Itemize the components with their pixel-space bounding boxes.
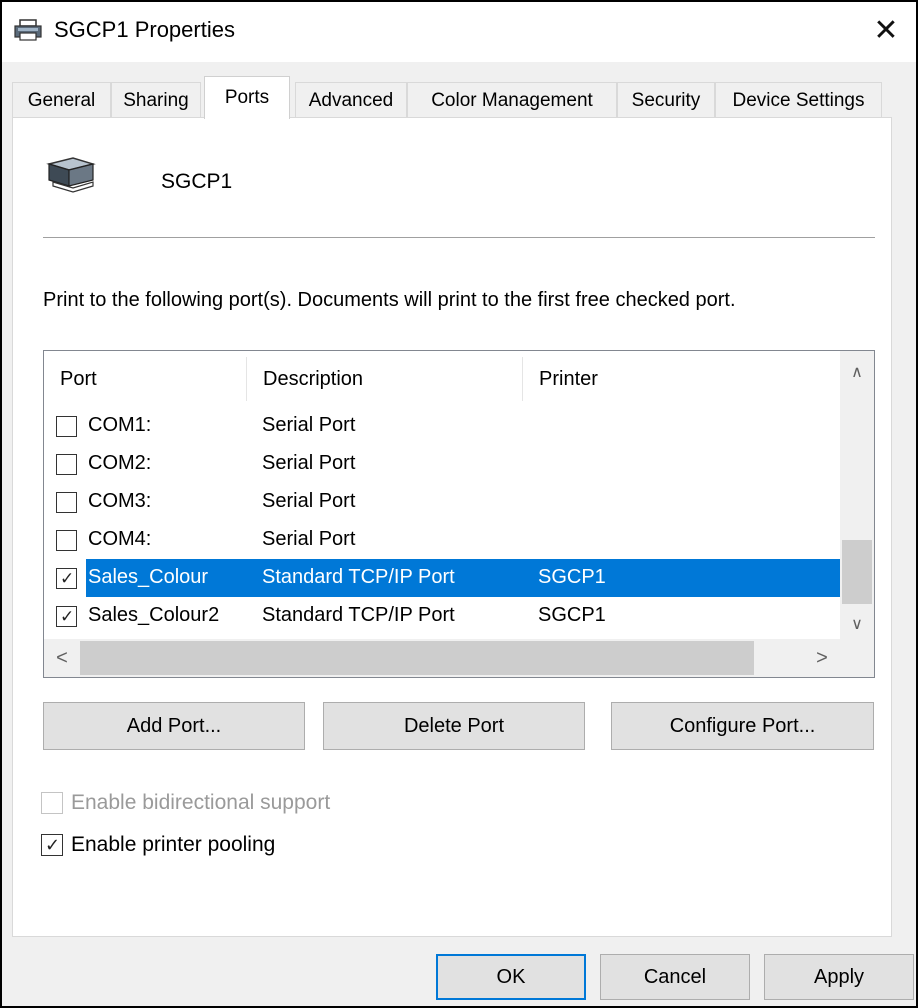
port-checkbox[interactable]: ✓: [56, 568, 77, 589]
ports-tab-panel: SGCP1 Print to the following port(s). Do…: [12, 117, 892, 937]
tab-sharing[interactable]: Sharing: [111, 82, 201, 118]
checkmark-icon: ✓: [45, 835, 61, 855]
port-name: COM2:: [88, 452, 152, 474]
port-list[interactable]: Port Description Printer COM1: Serial Po…: [43, 350, 875, 678]
bidirectional-support-option: Enable bidirectional support: [41, 789, 330, 817]
port-row[interactable]: COM2: Serial Port: [48, 445, 840, 483]
scroll-left-icon[interactable]: <: [44, 639, 80, 677]
printer-pooling-label: Enable printer pooling: [71, 833, 276, 856]
column-header-printer[interactable]: Printer: [523, 351, 840, 407]
tab-ports[interactable]: Ports: [204, 76, 290, 119]
cancel-button[interactable]: Cancel: [600, 954, 750, 1000]
port-row-selected[interactable]: ✓ Sales_Colour Standard TCP/IP Port SGCP…: [48, 559, 840, 597]
port-row[interactable]: COM4: Serial Port: [48, 521, 840, 559]
add-port-button[interactable]: Add Port...: [43, 702, 305, 750]
tab-strip: General Sharing Ports Advanced Color Man…: [12, 76, 892, 119]
port-name: Sales_Colour: [88, 566, 209, 588]
port-row[interactable]: ✓ Sales_Colour2 Standard TCP/IP Port SGC…: [48, 597, 840, 635]
port-checkbox[interactable]: [56, 530, 77, 551]
port-description: Serial Port: [262, 414, 356, 436]
horizontal-scroll-thumb[interactable]: [80, 641, 754, 675]
apply-button[interactable]: Apply: [764, 954, 914, 1000]
vertical-scrollbar[interactable]: ∧ ∨: [840, 351, 874, 641]
port-row[interactable]: COM3: Serial Port: [48, 483, 840, 521]
port-printer: SGCP1: [538, 566, 606, 588]
ok-button[interactable]: OK: [436, 954, 586, 1000]
tab-color-management[interactable]: Color Management: [407, 82, 617, 118]
properties-dialog: SGCP1 Properties ✕ General Sharing Ports…: [0, 0, 918, 1008]
title-bar: SGCP1 Properties ✕: [2, 2, 916, 62]
port-checkbox[interactable]: [56, 492, 77, 513]
printer-icon: [14, 19, 42, 41]
port-description: Standard TCP/IP Port: [262, 604, 455, 626]
port-name: COM4:: [88, 528, 152, 550]
printer-icon: [46, 157, 96, 193]
separator: [43, 237, 875, 238]
ports-description: Print to the following port(s). Document…: [43, 289, 736, 311]
vertical-scroll-thumb[interactable]: [842, 540, 872, 604]
horizontal-scrollbar[interactable]: < >: [44, 639, 840, 677]
printer-pooling-checkbox[interactable]: ✓: [41, 834, 63, 856]
port-name: COM1:: [88, 414, 152, 436]
port-description: Serial Port: [262, 452, 356, 474]
close-icon: ✕: [873, 13, 899, 47]
scroll-down-icon[interactable]: ∨: [840, 607, 874, 641]
configure-port-button[interactable]: Configure Port...: [611, 702, 874, 750]
tab-advanced[interactable]: Advanced: [295, 82, 407, 118]
column-header-port[interactable]: Port: [44, 351, 246, 407]
port-row[interactable]: COM1: Serial Port: [48, 407, 840, 445]
port-checkbox[interactable]: [56, 454, 77, 475]
tab-general[interactable]: General: [12, 82, 111, 118]
printer-pooling-option[interactable]: ✓ Enable printer pooling: [41, 831, 275, 859]
tab-security[interactable]: Security: [617, 82, 715, 118]
tab-device-settings[interactable]: Device Settings: [715, 82, 882, 118]
port-description: Serial Port: [262, 490, 356, 512]
port-name: COM3:: [88, 490, 152, 512]
port-list-header: Port Description Printer: [44, 351, 840, 407]
close-button[interactable]: ✕: [856, 2, 916, 58]
checkmark-icon: ✓: [60, 607, 75, 626]
scrollbar-corner: [838, 639, 874, 677]
port-printer: SGCP1: [538, 604, 606, 626]
printer-name: SGCP1: [161, 170, 233, 193]
delete-port-button[interactable]: Delete Port: [323, 702, 585, 750]
port-checkbox[interactable]: ✓: [56, 606, 77, 627]
port-description: Standard TCP/IP Port: [262, 566, 455, 588]
checkmark-icon: ✓: [60, 569, 75, 588]
scroll-right-icon[interactable]: >: [804, 639, 840, 677]
port-name: Sales_Colour2: [88, 604, 220, 626]
window-title: SGCP1 Properties: [54, 17, 235, 42]
column-header-description[interactable]: Description: [247, 351, 522, 407]
bidirectional-support-checkbox: [41, 792, 63, 814]
scroll-up-icon[interactable]: ∧: [840, 355, 874, 389]
port-description: Serial Port: [262, 528, 356, 550]
port-checkbox[interactable]: [56, 416, 77, 437]
bidirectional-support-label: Enable bidirectional support: [71, 791, 331, 814]
